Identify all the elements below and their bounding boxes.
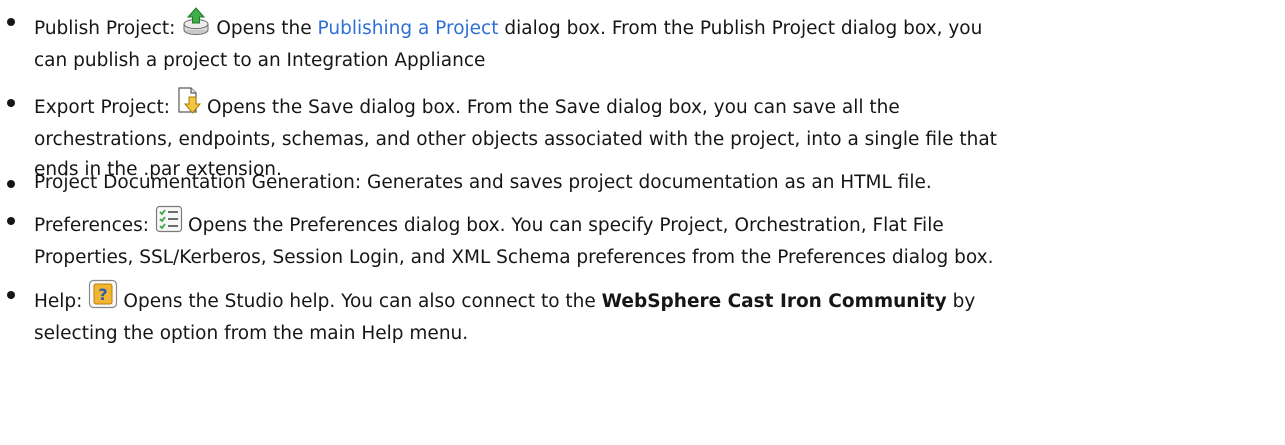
item-label: Publish Project: (34, 18, 176, 39)
list-item-preferences: Preferences: Opens the Preferences dialog… (7, 205, 1279, 273)
item-text: Opens the Studio help. You can also conn… (123, 291, 602, 312)
item-text: Properties, SSL/Kerberos, Session Login,… (34, 247, 994, 268)
item-text: by (946, 291, 976, 312)
item-text: Opens the (216, 18, 318, 39)
item-label: Help: (34, 291, 83, 312)
export-project-icon (176, 87, 202, 125)
preferences-icon (155, 205, 183, 243)
item-text: dialog box. From the Publish Project dia… (498, 18, 983, 39)
bullet (7, 99, 15, 107)
list-item-project-documentation: Project Documentation Generation: Genera… (7, 168, 1279, 198)
bullet (7, 18, 15, 26)
item-text: Project Documentation Generation: Genera… (34, 172, 932, 193)
community-name: WebSphere Cast Iron Community (601, 291, 947, 312)
item-text: selecting the option from the main Help … (34, 323, 469, 344)
svg-text:?: ? (99, 285, 108, 304)
bullet (7, 291, 15, 299)
list-item-help: Help:? Opens the Studio help. You can als… (7, 279, 1279, 349)
item-label: Preferences: (34, 215, 150, 236)
item-text: orchestrations, endpoints, schemas, and … (34, 129, 997, 150)
item-text: can publish a project to an Integration … (34, 50, 486, 71)
document-body: Publish Project: Opens the Publishing a P… (0, 0, 1285, 445)
list-item-publish-project: Publish Project: Opens the Publishing a P… (7, 6, 1279, 76)
item-text: Opens the Preferences dialog box. You ca… (188, 215, 944, 236)
publishing-a-project-link[interactable]: Publishing a Project (318, 18, 499, 39)
help-icon: ? (88, 279, 118, 319)
bullet (7, 180, 15, 188)
bullet (7, 217, 15, 225)
item-text: Opens the Save dialog box. From the Save… (206, 97, 900, 118)
publish-project-icon (181, 6, 211, 46)
item-label: Export Project: (34, 97, 170, 118)
